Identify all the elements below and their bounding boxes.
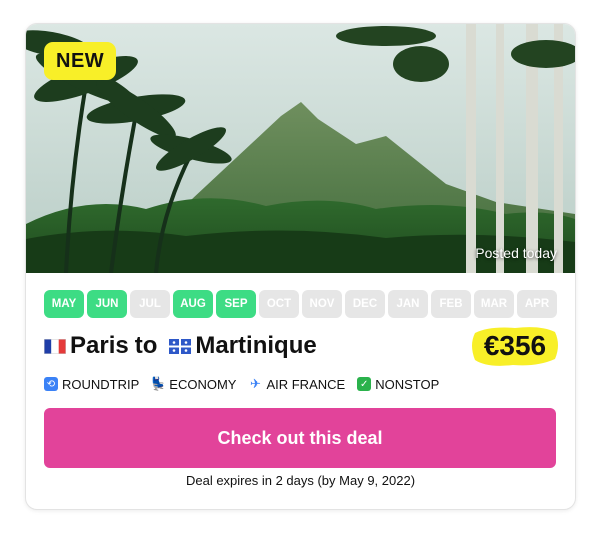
new-badge: NEW (44, 42, 117, 80)
month-chip: MAR (474, 290, 514, 318)
seat-icon: 💺 (150, 376, 167, 391)
posted-label: Posted today (475, 245, 557, 261)
tag-economy-label: ECONOMY (169, 376, 237, 392)
month-chip: JAN (388, 290, 428, 318)
expiry-note: Deal expires in 2 days (by May 9, 2022) (185, 473, 416, 488)
month-chip: FEB (431, 290, 471, 318)
tag-nonstop-label: NONSTOP (375, 376, 440, 392)
month-chip: NOV (302, 290, 342, 318)
airplane-icon: ✈ (250, 376, 261, 391)
route-destination: Martinique (195, 332, 317, 359)
france-flag-icon (44, 338, 66, 354)
deal-card[interactable]: NEW Posted today MAY JUN JUL AUG SEP OCT… (25, 23, 576, 510)
month-chip: DEC (345, 290, 385, 318)
deal-tags: ⟲ ROUNDTRIP 💺 ECONOMY ✈ AIR FRANCE ✓ NON… (44, 374, 439, 394)
month-availability: MAY JUN JUL AUG SEP OCT NOV DEC JAN FEB … (44, 290, 557, 318)
route-title: Paris to Martinique (44, 330, 317, 362)
martinique-flag-icon (169, 338, 192, 354)
month-chip: JUL (130, 290, 170, 318)
month-chip: OCT (259, 290, 299, 318)
month-chip: AUG (173, 290, 213, 318)
month-chip: JUN (87, 290, 127, 318)
tag-roundtrip-label: ROUNDTRIP (62, 376, 140, 392)
check-icon: ✓ (357, 377, 372, 391)
hero-image: NEW Posted today (26, 24, 575, 273)
tag-roundtrip: ⟲ ROUNDTRIP (44, 377, 139, 392)
month-chip: APR (517, 290, 557, 318)
tag-nonstop: ✓ NONSTOP (357, 377, 439, 392)
price-label: €356 (483, 330, 547, 361)
route-connector: to (134, 332, 158, 359)
route-origin: Paris (70, 332, 129, 359)
tag-airline-label: AIR FRANCE (266, 376, 346, 392)
roundtrip-icon: ⟲ (44, 377, 58, 391)
month-chip: MAY (44, 290, 84, 318)
tag-airline: ✈ AIR FRANCE (248, 376, 346, 392)
check-deal-button[interactable]: Check out this deal (44, 408, 556, 468)
tag-economy: 💺 ECONOMY (150, 376, 237, 392)
price-highlight: €356 (469, 323, 561, 369)
month-chip: SEP (216, 290, 256, 318)
